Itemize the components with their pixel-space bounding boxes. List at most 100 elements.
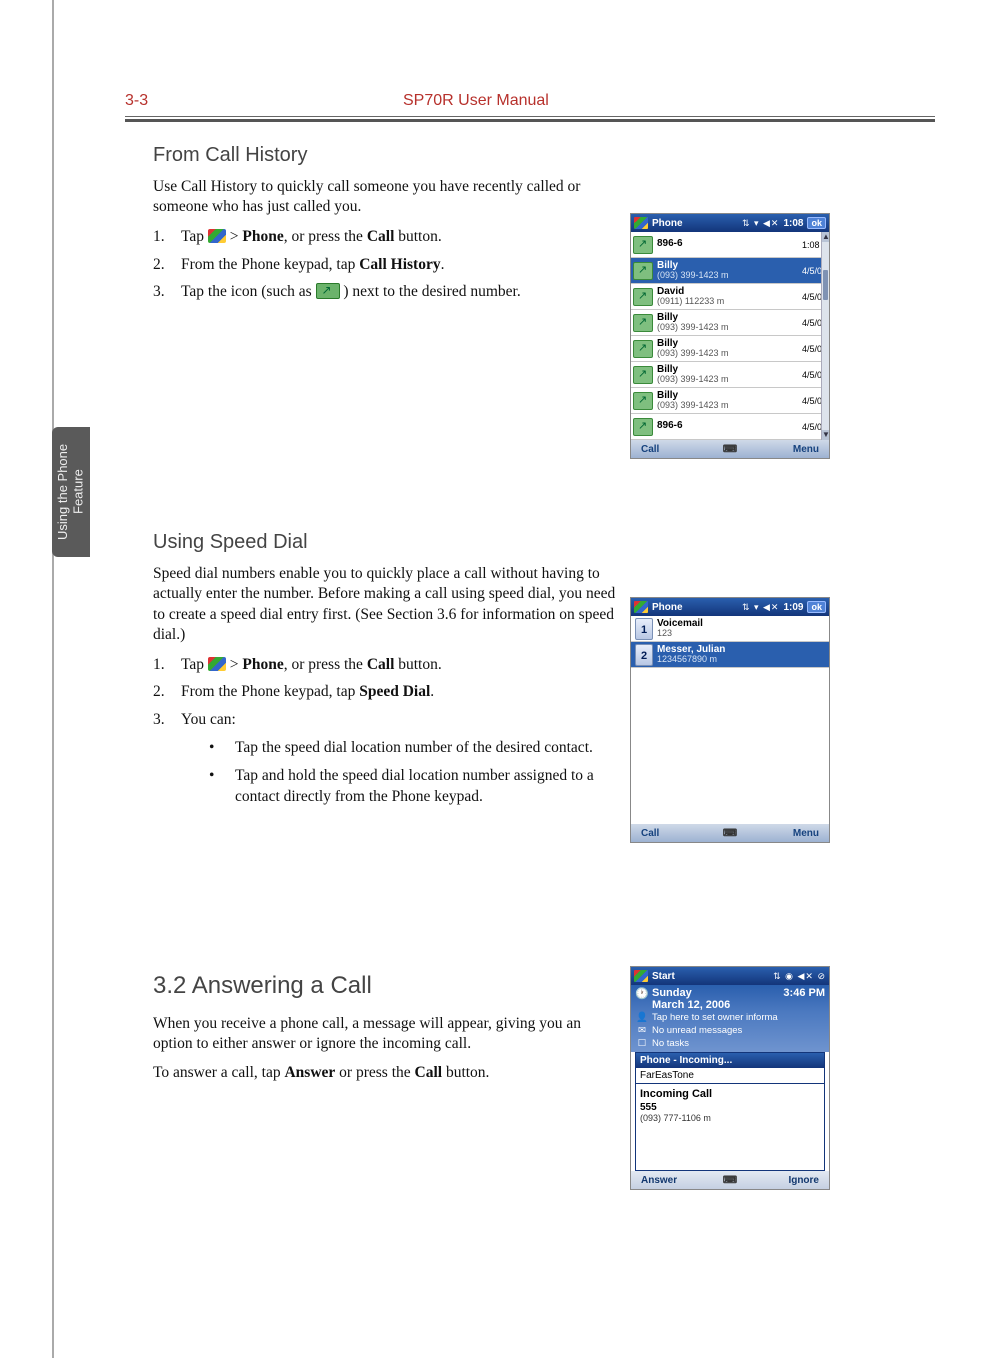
sip-icon[interactable]: ⌨ — [716, 828, 744, 839]
call-out-icon[interactable] — [633, 314, 653, 332]
screenshot-call-history: Phone ⇅ ▾ ◀✕ 1:08 ok 896-61:08 pBilly(09… — [630, 213, 830, 459]
speed-dial-row[interactable]: 2Messer, Julian1234567890 m — [631, 642, 829, 668]
caller-name: 896-6 — [657, 421, 800, 432]
scroll-thumb[interactable] — [823, 270, 828, 300]
sip-icon[interactable]: ⌨ — [716, 444, 744, 455]
call-out-icon[interactable] — [633, 366, 653, 384]
caller-number: (093) 399-1423 m — [657, 401, 800, 410]
call-history-row[interactable]: 896-61:08 p — [631, 232, 829, 258]
scrollbar[interactable]: ▲ ▼ — [821, 232, 829, 440]
today-line[interactable]: ☐No tasks — [635, 1037, 825, 1050]
speed-dial-number[interactable]: 2 — [635, 644, 653, 666]
titlebar: Phone ⇅ ▾ ◀✕ 1:09 ok — [631, 598, 829, 616]
caller-number: (093) 399-1423 m — [657, 375, 800, 384]
start-icon[interactable] — [634, 970, 648, 982]
step-3: 3. You can: •Tap the speed dial location… — [153, 709, 623, 814]
call-history-row[interactable]: 896-64/5/05 — [631, 414, 829, 440]
softkey-right[interactable]: Menu — [744, 828, 829, 839]
call-out-icon[interactable] — [633, 236, 653, 254]
status-icons: ⇅ ◉ ◀✕ ⊘ — [773, 971, 826, 982]
titlebar: Start ⇅ ◉ ◀✕ ⊘ — [631, 967, 829, 985]
call-out-icon[interactable] — [633, 392, 653, 410]
today-line-icon: ☐ — [635, 1038, 649, 1049]
start-icon[interactable] — [634, 217, 648, 229]
steps-speed-dial: 1. Tap > Phone, or press the Call button… — [153, 654, 623, 814]
heading-speed-dial: Using Speed Dial — [153, 531, 935, 554]
bullets-speed-dial: •Tap the speed dial location number of t… — [209, 737, 623, 808]
para-answering-2: To answer a call, tap Answer or press th… — [153, 1063, 623, 1083]
softkey-bar: Answer ⌨ Ignore — [631, 1171, 829, 1189]
softkey-answer[interactable]: Answer — [631, 1175, 716, 1186]
intro-speed-dial: Speed dial numbers enable you to quickly… — [153, 564, 623, 646]
call-out-icon[interactable] — [633, 288, 653, 306]
call-history-row[interactable]: Billy(093) 399-1423 m4/5/05 — [631, 336, 829, 362]
today-screen: 🕐 Sunday March 12, 2006 3:46 PM 👤Tap her… — [631, 985, 829, 1052]
step-num: 2. — [153, 254, 181, 276]
speed-dial-list: 1 Voicemail123 2Messer, Julian1234567890 m — [631, 616, 829, 824]
titlebar-time: 1:09 — [783, 602, 803, 613]
speed-dial-number[interactable]: 1 — [635, 618, 653, 640]
softkey-bar: Call ⌨ Menu — [631, 824, 829, 842]
softkey-bar: Call ⌨ Menu — [631, 440, 829, 458]
screenshot-incoming-call: Start ⇅ ◉ ◀✕ ⊘ 🕐 Sunday March 12, 2006 3… — [630, 966, 830, 1190]
call-out-icon[interactable] — [633, 418, 653, 436]
call-history-row[interactable]: Billy(093) 399-1423 m4/5/05 — [631, 310, 829, 336]
start-icon[interactable] — [634, 601, 648, 613]
softkey-ignore[interactable]: Ignore — [744, 1175, 829, 1186]
call-history-row[interactable]: Billy(093) 399-1423 m4/5/05 — [631, 388, 829, 414]
side-tab-label: Using the Phone Feature — [55, 427, 86, 557]
step-num: 1. — [153, 226, 181, 248]
call-out-icon[interactable] — [633, 340, 653, 358]
call-history-row[interactable]: David(0911) 112233 m4/5/05 — [631, 284, 829, 310]
scroll-down[interactable]: ▼ — [822, 430, 829, 440]
heading-call-history: From Call History — [153, 144, 935, 167]
call-out-icon — [316, 283, 340, 299]
today-line-text: Tap here to set owner informa — [652, 1012, 778, 1023]
contact-name: Voicemail — [657, 619, 829, 630]
step-num: 3. — [153, 709, 181, 814]
incoming-call-popup: Phone - Incoming... FarEasTone Incoming … — [635, 1052, 825, 1171]
clock-icon: 🕐 — [635, 987, 649, 1000]
caller-number: (0911) 112233 m — [657, 297, 800, 306]
start-icon — [208, 657, 226, 671]
caller-name: 896-6 — [657, 239, 800, 250]
today-line-text: No tasks — [652, 1038, 689, 1049]
carrier-name: FarEasTone — [636, 1068, 824, 1084]
ok-button[interactable]: ok — [807, 217, 826, 229]
call-history-row[interactable]: Billy(093) 399-1423 m4/5/05 — [631, 258, 829, 284]
step-2: 2. From the Phone keypad, tap Speed Dial… — [153, 681, 623, 703]
page-header: 3-3 SP70R User Manual — [125, 92, 935, 116]
ok-button[interactable]: ok — [807, 601, 826, 613]
scroll-up[interactable]: ▲ — [822, 232, 829, 242]
speed-dial-row[interactable]: 1 Voicemail123 — [631, 616, 829, 642]
bullet-dot: • — [209, 765, 235, 808]
caller-number: (093) 399-1423 m — [657, 349, 800, 358]
contact-number: 123 — [657, 629, 829, 638]
popup-title: Phone - Incoming... — [636, 1053, 824, 1068]
today-line[interactable]: ✉No unread messages — [635, 1024, 825, 1037]
titlebar-title: Phone — [652, 602, 742, 613]
bullet-2: •Tap and hold the speed dial location nu… — [209, 765, 623, 808]
caller-number: (093) 777-1106 m — [640, 1113, 820, 1123]
step-text: Tap > Phone, or press the Call button. — [181, 654, 623, 676]
step-text: Tap > Phone, or press the Call button. — [181, 226, 623, 248]
para-answering-1: When you receive a phone call, a message… — [153, 1014, 623, 1055]
contact-number: 1234567890 m — [657, 655, 829, 664]
step-1: 1. Tap > Phone, or press the Call button… — [153, 226, 623, 248]
step-text: From the Phone keypad, tap Speed Dial. — [181, 681, 623, 703]
call-out-icon[interactable] — [633, 262, 653, 280]
call-history-row[interactable]: Billy(093) 399-1423 m4/5/05 — [631, 362, 829, 388]
titlebar-time: 1:08 — [783, 218, 803, 229]
steps-call-history: 1. Tap > Phone, or press the Call button… — [153, 226, 623, 303]
today-date-row: 🕐 Sunday March 12, 2006 3:46 PM — [635, 987, 825, 1011]
softkey-left[interactable]: Call — [631, 444, 716, 455]
softkey-right[interactable]: Menu — [744, 444, 829, 455]
caller-number: (093) 399-1423 m — [657, 323, 800, 332]
start-icon — [208, 229, 226, 243]
sip-icon[interactable]: ⌨ — [716, 1175, 744, 1186]
today-line[interactable]: 👤Tap here to set owner informa — [635, 1011, 825, 1024]
titlebar-title: Phone — [652, 218, 742, 229]
side-tab: Using the Phone Feature — [52, 427, 90, 557]
softkey-left[interactable]: Call — [631, 828, 716, 839]
page-edge-rule — [52, 0, 54, 1358]
